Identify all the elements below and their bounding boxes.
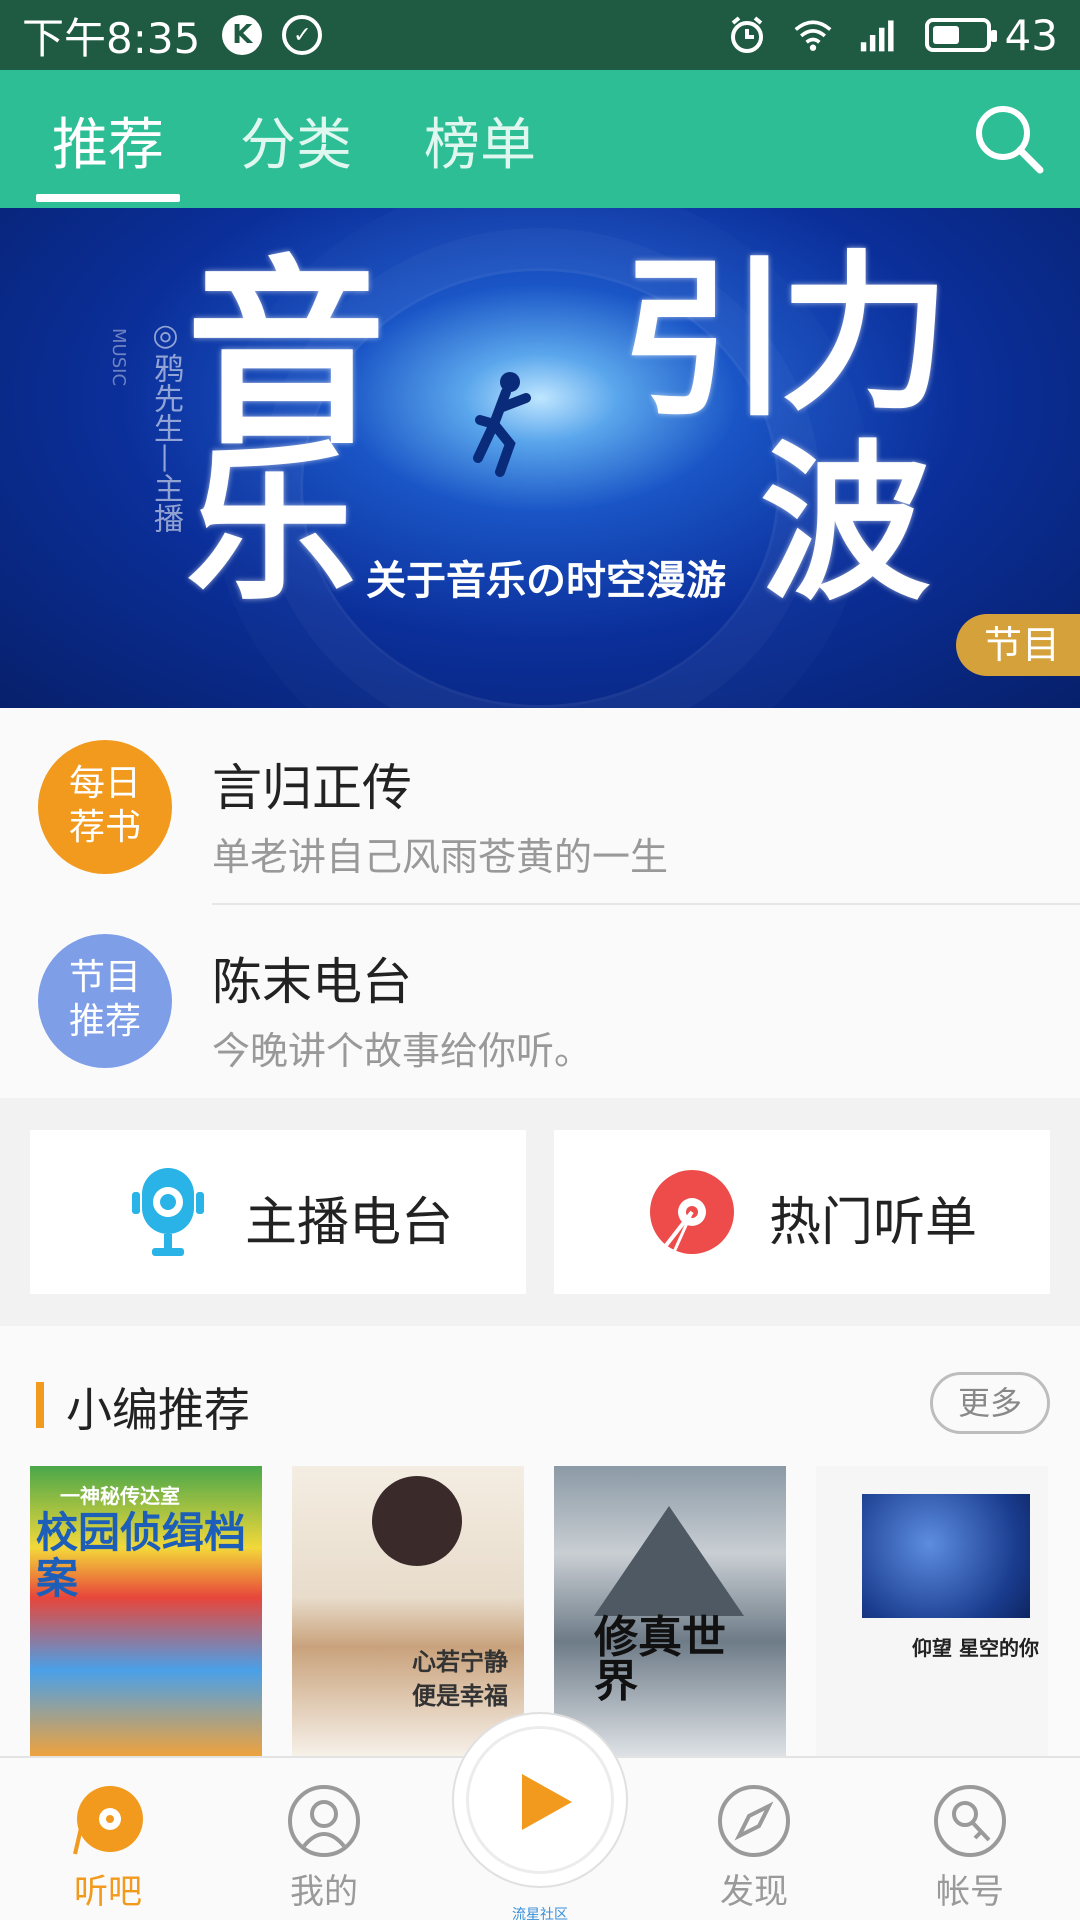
cover-title: 仰望 星空的你 bbox=[912, 1636, 1039, 1660]
program-recommend-badge: 节目 推荐 bbox=[38, 934, 172, 1068]
featured-desc: 今晚讲个故事给你听。 bbox=[212, 1029, 593, 1073]
compass-icon bbox=[718, 1785, 790, 1857]
book-cover[interactable]: 仰望 星空的你 bbox=[816, 1466, 1048, 1758]
key-icon bbox=[934, 1785, 1006, 1857]
section-accent-bar bbox=[36, 1382, 44, 1428]
search-icon[interactable] bbox=[972, 102, 1046, 176]
quick-entry-label: 主播电台 bbox=[245, 1193, 454, 1253]
battery-icon bbox=[924, 18, 997, 52]
more-button[interactable]: 更多 bbox=[930, 1372, 1050, 1434]
cover-title: 校园侦缉档案 bbox=[36, 1508, 247, 1604]
nav-label: 帐号 bbox=[936, 1872, 1004, 1912]
running-figure-icon bbox=[473, 372, 531, 477]
cover-title: 修真世界 bbox=[594, 1612, 726, 1707]
section-title: 小编推荐 bbox=[66, 1383, 250, 1437]
banner-char-2: 乐 bbox=[186, 426, 357, 624]
banner-subtitle: 关于音乐の时空漫游 bbox=[366, 558, 726, 604]
featured-title: 陈末电台 bbox=[212, 953, 412, 1011]
status-bar: 下午8:35 K ✓ 43 bbox=[0, 0, 1080, 70]
featured-list: 每日 荐书 言归正传 单老讲自己风雨苍黄的一生 节目 推荐 陈末电台 今晚讲个故… bbox=[0, 708, 1080, 1098]
badge-line-1: 节目 bbox=[68, 957, 141, 998]
check-circle-icon: ✓ bbox=[282, 15, 323, 55]
top-nav: 推荐 分类 榜单 bbox=[0, 70, 1080, 208]
book-cover[interactable]: 一神秘传达室 校园侦缉档案 bbox=[30, 1466, 262, 1758]
alarm-icon bbox=[727, 15, 767, 55]
quick-entry-label: 热门听单 bbox=[769, 1193, 978, 1253]
anchor-radio-button[interactable]: 主播电台 bbox=[30, 1130, 526, 1294]
nav-discover[interactable]: 发现 bbox=[694, 1784, 814, 1913]
featured-desc: 单老讲自己风雨苍黄的一生 bbox=[212, 835, 669, 879]
tab-ranking[interactable]: 榜单 bbox=[424, 100, 536, 181]
banner-char-5: 波 bbox=[760, 426, 931, 624]
vinyl-disc-icon bbox=[650, 1170, 734, 1254]
banner-host-text: ◎鸦先生—主播 bbox=[148, 318, 183, 533]
tab-recommend[interactable]: 推荐 bbox=[52, 100, 164, 181]
status-time: 下午8:35 bbox=[22, 13, 201, 63]
banner-char-3: 引 bbox=[620, 242, 791, 440]
editor-picks-section: 小编推荐 更多 一神秘传达室 校园侦缉档案 心若宁静 便是幸福 修真世界 仰望 … bbox=[0, 1326, 1080, 1758]
cover-portrait bbox=[372, 1476, 462, 1566]
play-icon bbox=[522, 1774, 572, 1830]
cover-starry-sky bbox=[862, 1494, 1030, 1618]
nav-label: 听吧 bbox=[74, 1872, 142, 1912]
badge-line-2: 推荐 bbox=[68, 1001, 141, 1042]
nav-label: 我的 bbox=[290, 1872, 358, 1912]
cover-top-text: 一神秘传达室 bbox=[60, 1484, 180, 1508]
tab-category[interactable]: 分类 bbox=[240, 100, 352, 181]
cover-title: 心若宁静 便是幸福 bbox=[412, 1648, 508, 1710]
hot-playlist-button[interactable]: 热门听单 bbox=[554, 1130, 1050, 1294]
battery-level: 43 bbox=[1004, 10, 1058, 60]
k-app-icon: K bbox=[222, 15, 263, 55]
daily-book-badge: 每日 荐书 bbox=[38, 740, 172, 874]
banner-music-text: MUSIC bbox=[108, 328, 129, 387]
signal-icon bbox=[859, 15, 899, 55]
featured-title: 言归正传 bbox=[212, 759, 412, 817]
badge-line-1: 每日 bbox=[68, 763, 141, 804]
community-caption: 流星社区 bbox=[512, 1907, 568, 1920]
featured-item-program[interactable]: 节目 推荐 陈末电台 今晚讲个故事给你听。 bbox=[0, 902, 1080, 1096]
program-badge: 节目 bbox=[956, 614, 1080, 676]
banner-char-4: 力 bbox=[780, 236, 951, 434]
book-cover[interactable]: 心若宁静 便是幸福 bbox=[292, 1466, 524, 1758]
book-cover[interactable]: 修真世界 bbox=[554, 1466, 786, 1758]
featured-item-daily-book[interactable]: 每日 荐书 言归正传 单老讲自己风雨苍黄的一生 bbox=[0, 708, 1080, 902]
promo-banner[interactable]: MUSIC ◎鸦先生—主播 音 乐 引 力 波 关于音乐の时空漫游 节目 bbox=[0, 208, 1080, 708]
cover-temple bbox=[594, 1506, 744, 1616]
nav-listen[interactable]: 听吧 bbox=[48, 1784, 168, 1913]
active-tab-indicator bbox=[36, 194, 180, 202]
record-player-icon bbox=[73, 1786, 143, 1855]
nav-account[interactable]: 帐号 bbox=[910, 1784, 1030, 1913]
nav-label: 发现 bbox=[720, 1872, 788, 1912]
badge-line-2: 荐书 bbox=[68, 807, 141, 848]
play-button[interactable] bbox=[452, 1712, 628, 1888]
user-icon bbox=[288, 1785, 360, 1857]
microphone-icon bbox=[132, 1168, 204, 1256]
nav-mine[interactable]: 我的 bbox=[264, 1784, 384, 1913]
wifi-icon bbox=[793, 15, 833, 55]
